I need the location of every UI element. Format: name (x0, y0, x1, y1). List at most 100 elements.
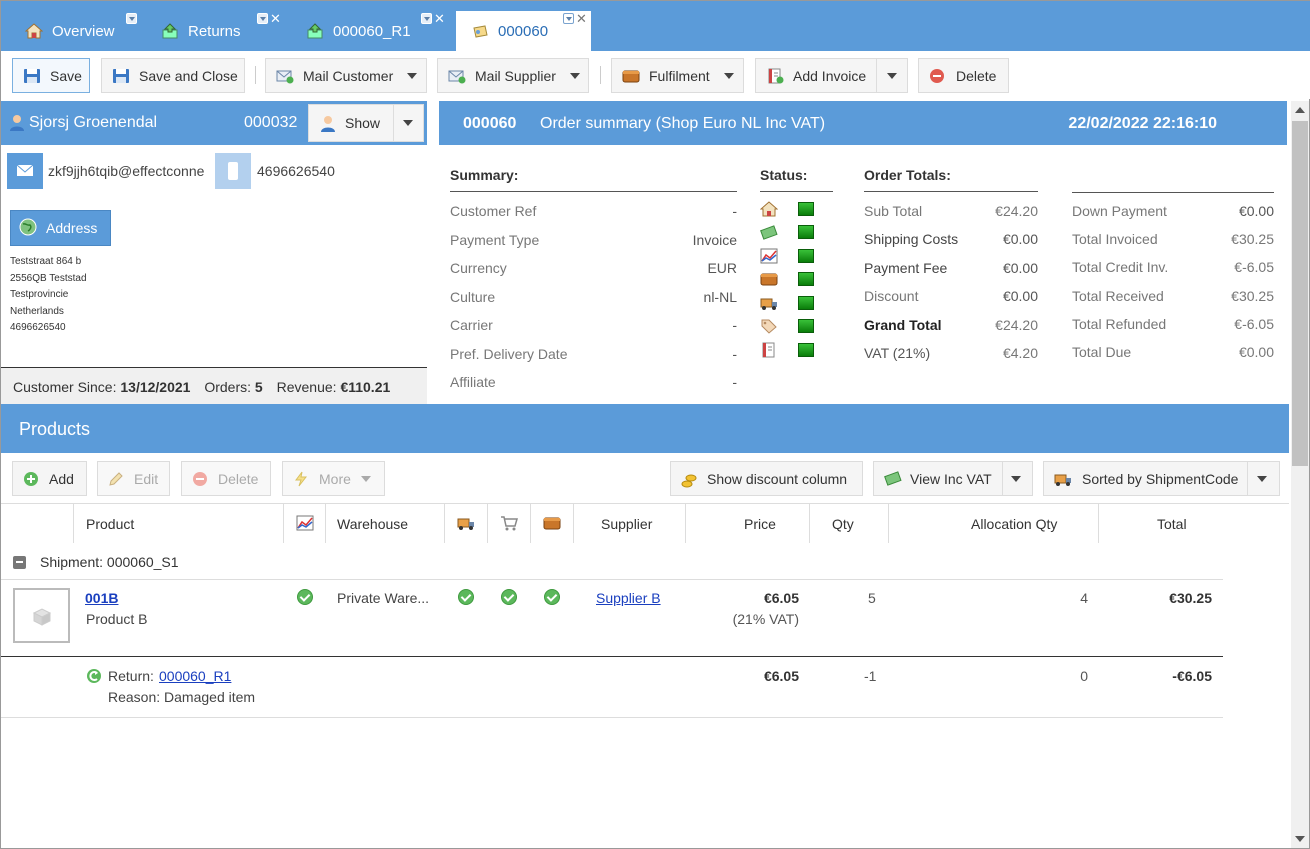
column-allocation-qty[interactable]: Allocation Qty (971, 516, 1057, 532)
invoice-icon (760, 342, 778, 361)
check-icon (458, 589, 474, 605)
home-icon (24, 23, 44, 39)
customer-email[interactable]: zkf9jjh6tqib@effectconne (48, 163, 214, 179)
address-button[interactable]: Address (10, 210, 111, 246)
mail-customer-button[interactable]: Mail Customer (265, 58, 427, 93)
tab-label: Overview (52, 22, 115, 40)
delete-button[interactable]: Delete (918, 58, 1009, 93)
collapse-icon[interactable] (13, 556, 26, 569)
scrollbar-thumb[interactable] (1292, 121, 1308, 466)
product-code-link[interactable]: 001B (85, 590, 118, 606)
tab-order-000060[interactable]: 000060 ✕ (456, 11, 591, 51)
column-divider (530, 503, 531, 543)
tab-label: 000060 (498, 22, 549, 40)
truck-icon (457, 515, 475, 534)
tab-return-000060-r1[interactable]: 000060_R1 ✕ (284, 11, 454, 51)
box-icon (760, 271, 778, 290)
supplier-link[interactable]: Supplier B (596, 590, 661, 606)
phone-button[interactable] (215, 153, 251, 189)
product-thumbnail[interactable] (13, 588, 70, 643)
column-price[interactable]: Price (744, 516, 776, 532)
product-total: €30.25 (1169, 590, 1212, 606)
chevron-down-icon[interactable] (887, 73, 897, 79)
scroll-up-icon[interactable] (1295, 107, 1305, 113)
save-button[interactable]: Save (12, 58, 90, 93)
column-supplier[interactable]: Supplier (601, 516, 652, 532)
close-icon[interactable]: ✕ (434, 12, 445, 25)
table-row[interactable]: 001B Product B Private Ware... Supplier … (1, 580, 1223, 657)
close-icon[interactable]: ✕ (270, 12, 281, 25)
customer-phone[interactable]: 4696626540 (257, 163, 335, 179)
product-image-icon (32, 608, 52, 626)
tab-menu-icon[interactable] (126, 13, 137, 24)
mail-supplier-button[interactable]: Mail Supplier (437, 58, 589, 93)
add-product-button[interactable]: Add (12, 461, 87, 496)
column-warehouse[interactable]: Warehouse (337, 516, 408, 532)
tab-menu-icon[interactable] (421, 13, 432, 24)
tab-label: Returns (188, 22, 241, 40)
return-ref-link[interactable]: 000060_R1 (159, 668, 231, 684)
return-row[interactable]: Return: 000060_R1 Reason: Damaged item €… (1, 658, 1223, 718)
tab-returns[interactable]: Returns ✕ (143, 11, 283, 51)
mail-icon (16, 164, 34, 176)
check-icon (501, 589, 517, 605)
shipment-group-row: Shipment: 000060_S1 (1, 543, 1223, 580)
column-total[interactable]: Total (1157, 516, 1187, 532)
cart-icon (500, 515, 518, 534)
return-price: €6.05 (763, 668, 799, 684)
order-icon (471, 23, 489, 39)
column-divider (685, 503, 686, 543)
mail-icon (276, 68, 294, 84)
customer-revenue: €110.21 (340, 379, 391, 395)
customer-name: Sjorsj Groenendal (29, 114, 158, 131)
summary-label: Payment Type (450, 232, 540, 248)
column-divider (283, 503, 284, 543)
summary-label: Currency (450, 260, 507, 276)
return-icon (86, 668, 102, 687)
lightning-icon (293, 471, 309, 487)
add-invoice-button[interactable]: Add Invoice (755, 58, 908, 93)
tab-menu-icon[interactable] (257, 13, 268, 24)
tab-overview[interactable]: Overview (3, 11, 143, 51)
column-divider (487, 503, 488, 543)
pencil-icon (108, 471, 124, 487)
summary-label: Pref. Delivery Date (450, 346, 568, 362)
totals-title: Order Totals: (864, 167, 1038, 192)
toolbar: Save Save and Close Mail Customer Mail S… (1, 51, 1310, 99)
return-reason: Reason: Damaged item (108, 689, 256, 705)
returns-icon (161, 23, 179, 39)
chevron-down-icon[interactable] (1011, 476, 1021, 482)
chart-icon (760, 248, 778, 267)
column-divider (809, 503, 810, 543)
show-customer-button[interactable]: Show (308, 104, 424, 142)
delete-icon (929, 68, 947, 84)
toolbar-divider (255, 66, 256, 84)
status-ok-indicator (798, 343, 814, 357)
summary-label: Carrier (450, 317, 493, 333)
email-button[interactable] (7, 153, 43, 189)
view-inc-vat-button[interactable]: View Inc VAT (873, 461, 1033, 496)
delete-product-button[interactable]: Delete (181, 461, 271, 496)
close-icon[interactable]: ✕ (576, 12, 587, 25)
more-button[interactable]: More (282, 461, 385, 496)
sort-button[interactable]: Sorted by ShipmentCode (1043, 461, 1280, 496)
column-divider (1098, 503, 1099, 543)
show-discount-column-button[interactable]: Show discount column (670, 461, 863, 496)
summary-value: - (732, 346, 737, 362)
scroll-down-icon[interactable] (1295, 836, 1305, 842)
summary-value: - (732, 203, 737, 219)
chart-icon (296, 515, 314, 534)
status-ok-indicator (798, 296, 814, 310)
column-qty[interactable]: Qty (832, 516, 854, 532)
save-and-close-button[interactable]: Save and Close (101, 58, 245, 93)
home-icon (759, 201, 779, 220)
tab-menu-icon[interactable] (563, 13, 574, 24)
column-product[interactable]: Product (86, 516, 134, 532)
column-divider (444, 503, 445, 543)
edit-product-button[interactable]: Edit (97, 461, 170, 496)
order-number: 000060 (463, 115, 517, 132)
chevron-down-icon[interactable] (1257, 476, 1267, 482)
fulfilment-button[interactable]: Fulfilment (611, 58, 744, 93)
chevron-down-icon[interactable] (403, 120, 413, 126)
summary-label: Affiliate (450, 374, 496, 390)
